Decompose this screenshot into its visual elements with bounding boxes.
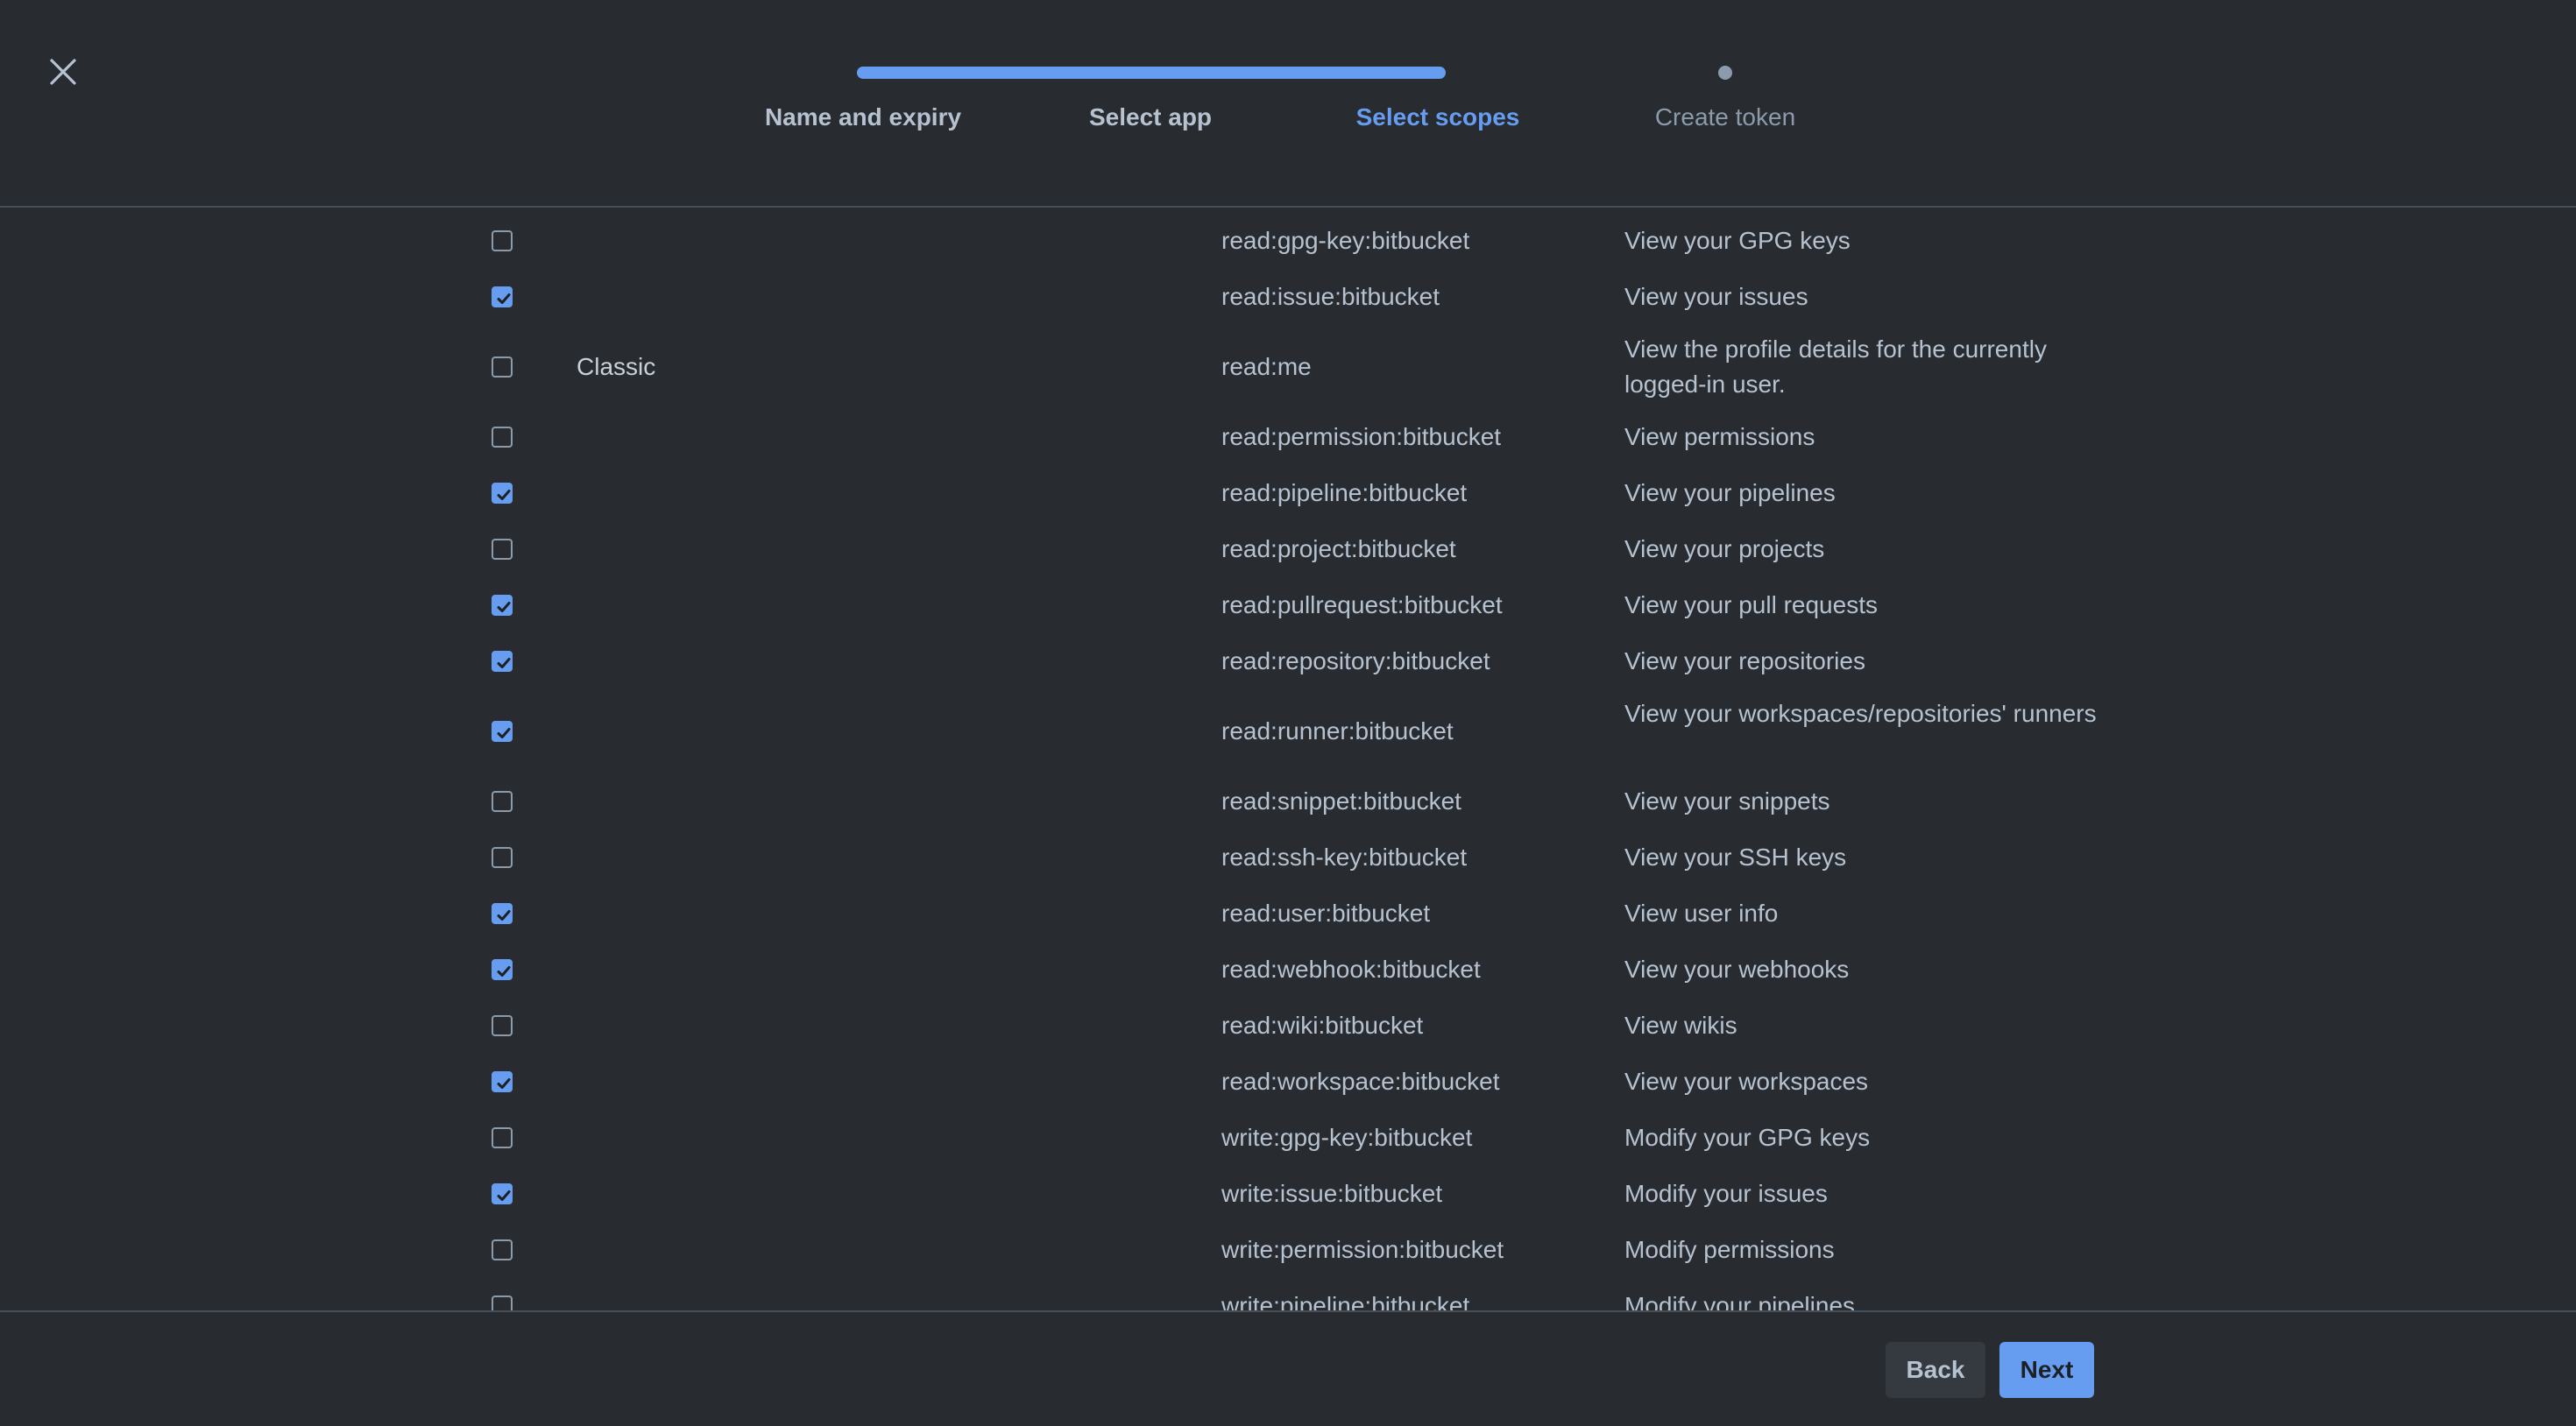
scope-description: Modify permissions [1624, 1236, 1835, 1263]
scope-table[interactable]: read:gpg-key:bitbucket View your GPG keys… [0, 208, 2576, 1310]
scope-checkbox[interactable] [492, 721, 513, 742]
scope-name: read:runner:bitbucket [1221, 717, 1454, 745]
checkmark-icon [497, 728, 511, 738]
scope-checkbox[interactable] [492, 1295, 513, 1310]
scope-description: View your GPG keys [1624, 227, 1851, 254]
scope-description: View permissions [1624, 423, 1815, 450]
scope-description: View wikis [1624, 1012, 1737, 1039]
scope-name: write:issue:bitbucket [1221, 1180, 1443, 1207]
step-name-and-expiry: Name and expiry [764, 103, 962, 131]
scope-checkbox[interactable] [492, 847, 513, 868]
step-indicator-dot [1718, 66, 1732, 80]
scope-description: View your projects [1624, 535, 1825, 562]
scope-description: View your pull requests [1624, 591, 1878, 618]
step-select-scopes: Select scopes [1355, 103, 1520, 131]
scope-name: read:me [1221, 353, 1312, 380]
scope-name: read:project:bitbucket [1221, 535, 1456, 562]
checkmark-icon [497, 1190, 511, 1201]
next-button[interactable]: Next [1999, 1342, 2094, 1398]
scope-description: View your issues [1624, 283, 1808, 310]
step-progress-bar [857, 67, 1446, 79]
checkmark-icon [497, 966, 511, 977]
scope-name: read:issue:bitbucket [1221, 283, 1440, 310]
scope-name: read:permission:bitbucket [1221, 423, 1502, 450]
scope-name: read:ssh-key:bitbucket [1221, 844, 1468, 871]
scope-name: read:snippet:bitbucket [1221, 787, 1461, 815]
scope-checkbox[interactable] [492, 1127, 513, 1148]
scope-checkbox[interactable] [492, 903, 513, 924]
scope-name: read:pullrequest:bitbucket [1221, 591, 1503, 618]
scope-checkbox[interactable] [492, 595, 513, 616]
checkmark-icon [497, 602, 511, 612]
scope-checkbox[interactable] [492, 1183, 513, 1204]
scope-name: read:repository:bitbucket [1221, 647, 1490, 674]
checkmark-icon [497, 490, 511, 500]
checkmark-icon [497, 910, 511, 921]
footer-divider [0, 1310, 2576, 1312]
scope-description: View user info [1624, 900, 1779, 927]
checkmark-icon [497, 658, 511, 668]
scope-checkbox[interactable] [492, 1071, 513, 1092]
scope-checkbox[interactable] [492, 356, 513, 378]
scope-description: View your workspaces/repositories' runne… [1624, 700, 2097, 727]
scope-description: Modify your pipelines [1624, 1292, 1856, 1310]
scope-description: View your SSH keys [1624, 844, 1847, 871]
checkmark-icon [497, 293, 511, 304]
progress-stepper: Name and expiry Select app Select scopes… [0, 0, 2576, 207]
scope-name: read:webhook:bitbucket [1221, 956, 1481, 983]
scope-description: View the profile details for the current… [1624, 335, 2047, 398]
scope-checkbox[interactable] [492, 1015, 513, 1036]
scope-checkbox[interactable] [492, 1239, 513, 1260]
step-create-token: Create token [1654, 103, 1796, 131]
scope-description: View your repositories [1624, 647, 1865, 674]
back-button[interactable]: Back [1886, 1342, 1985, 1398]
scope-checkbox[interactable] [492, 539, 513, 560]
checkmark-icon [497, 1078, 511, 1089]
scope-checkbox[interactable] [492, 483, 513, 504]
scope-name: read:workspace:bitbucket [1221, 1068, 1500, 1095]
scope-description: View your pipelines [1624, 479, 1836, 506]
scope-checkbox[interactable] [492, 230, 513, 251]
scope-checkbox[interactable] [492, 651, 513, 672]
scope-name: read:gpg-key:bitbucket [1221, 227, 1470, 254]
scope-name: write:permission:bitbucket [1221, 1236, 1504, 1263]
step-select-app: Select app [1088, 103, 1213, 131]
app-label: Classic [577, 353, 656, 380]
scope-name: write:pipeline:bitbucket [1221, 1292, 1470, 1310]
scope-name: read:user:bitbucket [1221, 900, 1431, 927]
scope-checkbox[interactable] [492, 286, 513, 307]
scope-name: write:gpg-key:bitbucket [1221, 1124, 1473, 1151]
scope-checkbox[interactable] [492, 959, 513, 980]
scope-name: read:pipeline:bitbucket [1221, 479, 1468, 506]
scope-checkbox[interactable] [492, 791, 513, 812]
scope-description: View your snippets [1624, 787, 1830, 815]
scope-description: Modify your issues [1624, 1180, 1828, 1207]
scope-description: View your workspaces [1624, 1068, 1869, 1095]
scope-checkbox[interactable] [492, 427, 513, 448]
scope-description: View your webhooks [1624, 956, 1850, 983]
scope-description: Modify your GPG keys [1624, 1124, 1871, 1151]
scope-name: read:wiki:bitbucket [1221, 1012, 1424, 1039]
